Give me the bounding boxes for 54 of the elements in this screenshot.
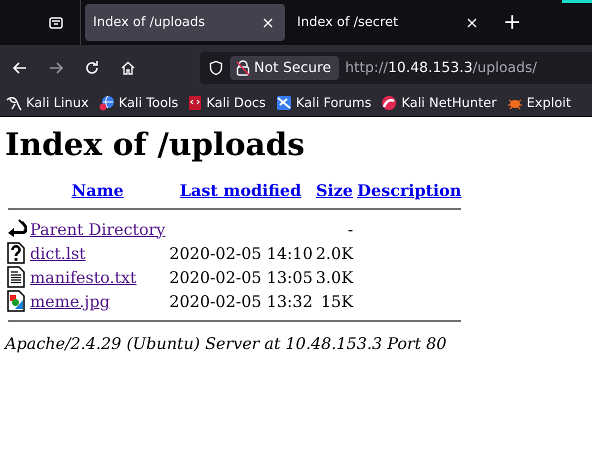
bookmark-label: Kali NetHunter xyxy=(401,96,497,110)
bookmark-label: Kali Linux xyxy=(26,96,89,110)
globe-icon xyxy=(98,95,115,111)
dragon-icon xyxy=(6,95,22,111)
security-label: Not Secure xyxy=(254,60,332,76)
modified-date: 2020-02-05 13:05 xyxy=(169,268,313,286)
file-size: 2.0K xyxy=(316,244,354,262)
bookmark-label: Exploit xyxy=(526,96,572,110)
book-icon xyxy=(188,95,202,111)
bookmark-item[interactable]: Kali NetHunter xyxy=(381,95,497,111)
server-signature: Apache/2.4.29 (Ubuntu) Server at 10.48.153.3 Port 80 xyxy=(5,334,448,353)
bookmark-item[interactable]: Kali Forums xyxy=(276,95,372,111)
home-icon[interactable] xyxy=(120,60,136,76)
bookmark-label: Kali Forums xyxy=(296,96,372,110)
crossed-lock-icon xyxy=(236,60,250,76)
file-size: 15K xyxy=(320,292,354,310)
file-size: - xyxy=(348,220,354,238)
tab-overview-icon[interactable] xyxy=(48,14,64,30)
column-header-link[interactable]: Last modified xyxy=(180,181,302,200)
column-header-link[interactable]: Name xyxy=(72,181,124,200)
file-size: 3.0K xyxy=(316,268,354,286)
back-icon[interactable] xyxy=(12,60,28,76)
shield-icon[interactable] xyxy=(208,60,224,76)
file-link[interactable]: manifesto.txt xyxy=(30,268,136,286)
bookmark-item[interactable]: Exploit xyxy=(506,95,572,111)
column-header-link[interactable]: Size xyxy=(316,181,353,200)
image-file-icon xyxy=(7,290,25,312)
bookmark-item[interactable]: Kali Docs xyxy=(188,95,266,111)
browser-tab[interactable]: Index of /uploads xyxy=(85,4,285,41)
file-link[interactable]: dict.lst xyxy=(30,244,86,262)
text-file-icon xyxy=(7,266,25,288)
address-bar[interactable]: Not Secure http://10.48.153.3/uploads/ xyxy=(200,52,592,84)
nethunter-icon xyxy=(381,95,398,111)
file-link[interactable]: meme.jpg xyxy=(30,292,110,310)
file-link[interactable]: Parent Directory xyxy=(30,220,166,238)
close-icon[interactable] xyxy=(467,18,477,28)
security-badge[interactable]: Not Secure xyxy=(230,56,340,80)
bookmark-label: Kali Docs xyxy=(206,96,266,110)
unknown-file-icon xyxy=(7,242,25,264)
page-heading: Index of /uploads xyxy=(5,127,306,163)
forward-icon[interactable] xyxy=(48,60,64,76)
column-header-link[interactable]: Description xyxy=(357,181,462,200)
url-text[interactable]: http://10.48.153.3/uploads/ xyxy=(345,60,538,76)
modified-date: 2020-02-05 13:32 xyxy=(169,292,313,310)
reload-icon[interactable] xyxy=(84,60,100,76)
close-icon[interactable] xyxy=(263,18,273,28)
new-tab-button[interactable]: + xyxy=(493,10,532,35)
back-arrow-icon xyxy=(7,218,27,240)
browser-tab[interactable]: Index of /secret xyxy=(289,4,489,41)
bookmark-item[interactable]: Kali Linux xyxy=(6,95,89,111)
bookmark-label: Kali Tools xyxy=(118,96,178,110)
modified-date: 2020-02-05 14:10 xyxy=(169,244,313,262)
forum-icon xyxy=(276,95,292,111)
bookmark-item[interactable]: Kali Tools xyxy=(98,95,178,111)
